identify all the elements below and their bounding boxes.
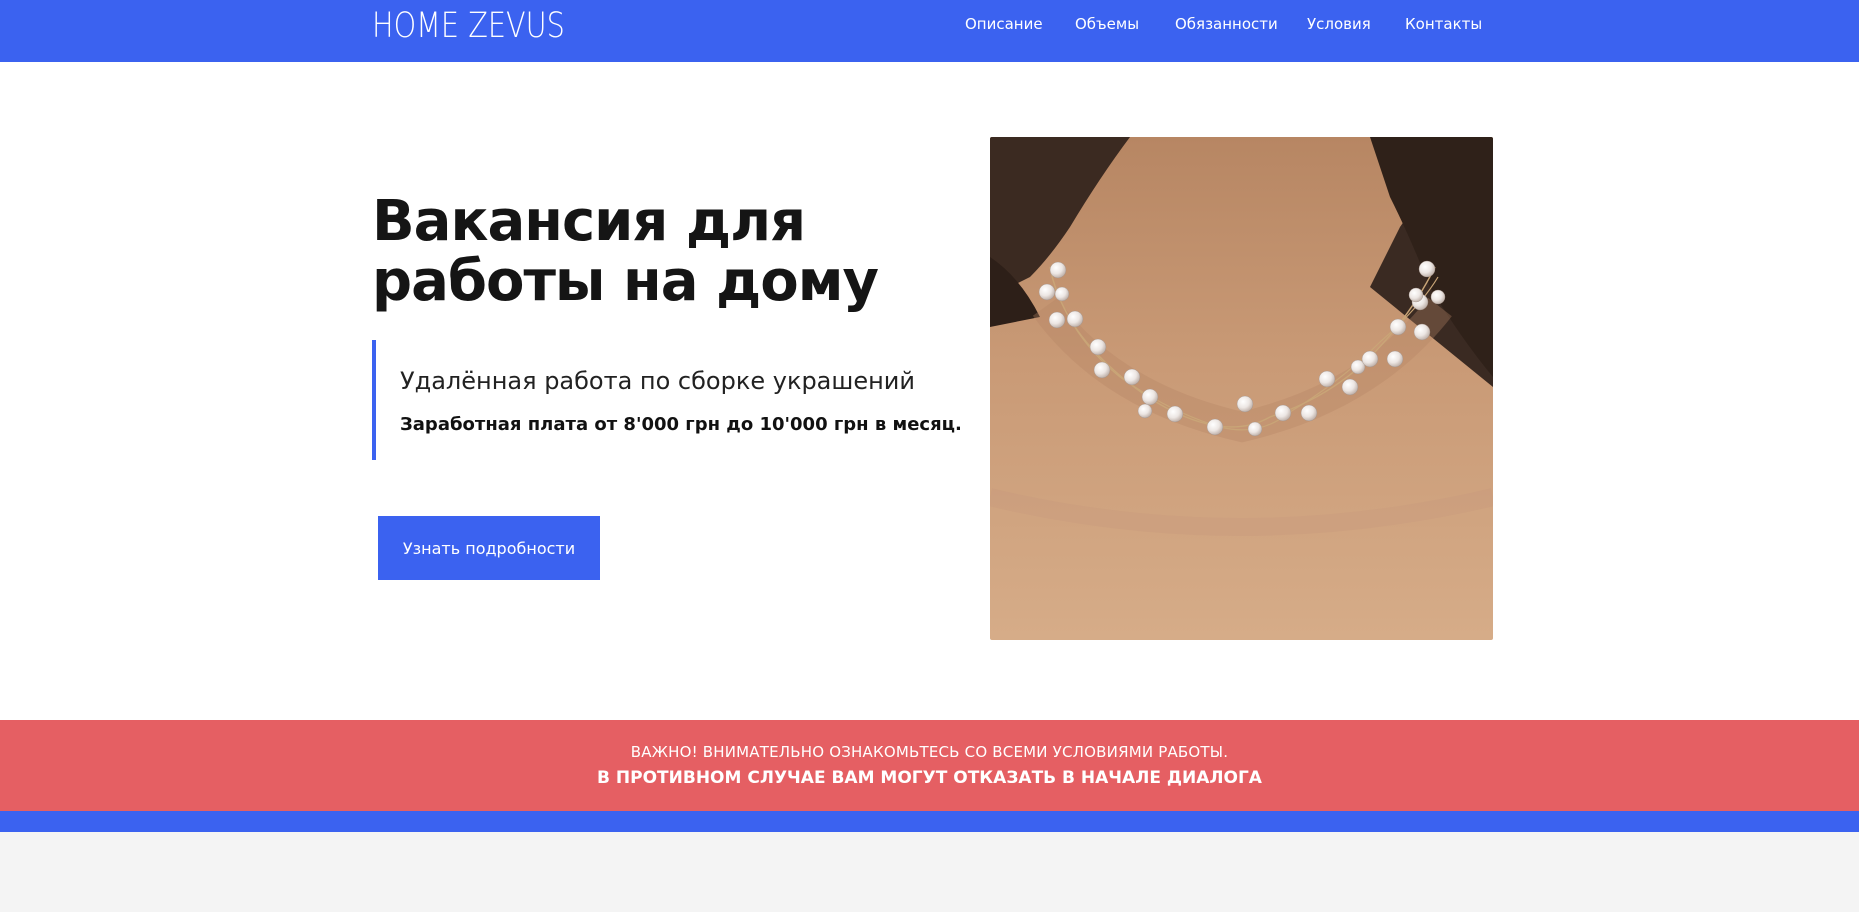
important-notice-banner: ВАЖНО! ВНИМАТЕЛЬНО ОЗНАКОМЬТЕСЬ СО ВСЕМИ… bbox=[0, 720, 1859, 811]
site-logo[interactable]: HOME ZEVUS bbox=[372, 6, 565, 46]
nav-link-contacts[interactable]: Контакты bbox=[1405, 13, 1482, 35]
notice-line-1: ВАЖНО! ВНИМАТЕЛЬНО ОЗНАКОМЬТЕСЬ СО ВСЕМИ… bbox=[630, 743, 1229, 761]
hero-title-line-2: работы на дому bbox=[372, 249, 879, 314]
nav-link-duties[interactable]: Обязанности bbox=[1175, 13, 1278, 35]
nav-link-volumes[interactable]: Объемы bbox=[1075, 13, 1139, 35]
section-divider-strip bbox=[0, 811, 1859, 832]
salary-text: Заработная плата от 8'000 грн до 10'000 … bbox=[400, 414, 962, 435]
learn-more-button[interactable]: Узнать подробности bbox=[378, 516, 600, 580]
necklace-image-art bbox=[990, 137, 1493, 640]
hero-subtitle: Удалённая работа по сборке украшений bbox=[400, 367, 915, 395]
nav-link-conditions[interactable]: Условия bbox=[1307, 13, 1371, 35]
notice-line-2: В ПРОТИВНОМ СЛУЧАЕ ВАМ МОГУТ ОТКАЗАТЬ В … bbox=[597, 768, 1262, 788]
hero-title: Вакансия для работы на дому bbox=[372, 189, 879, 314]
top-navbar: HOME ZEVUS Описание Объемы Обязанности У… bbox=[0, 0, 1859, 62]
hero-quote-block: Удалённая работа по сборке украшений Зар… bbox=[372, 340, 962, 460]
nav-link-description[interactable]: Описание bbox=[965, 13, 1043, 35]
necklace-photo bbox=[990, 137, 1493, 640]
hero-title-line-1: Вакансия для bbox=[372, 189, 806, 254]
next-section-background bbox=[0, 832, 1859, 912]
